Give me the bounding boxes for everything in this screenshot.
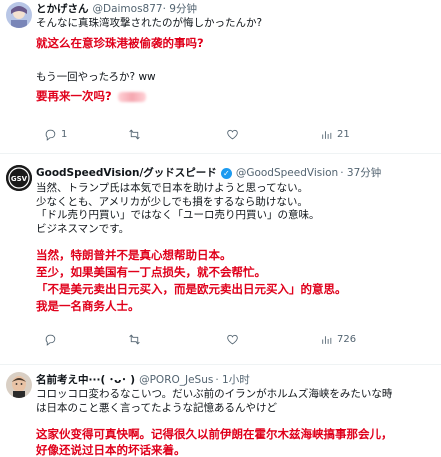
- views-icon: [322, 335, 332, 344]
- divider: [0, 364, 441, 365]
- timestamp[interactable]: · 9分钟: [163, 2, 197, 16]
- avatar[interactable]: [6, 2, 32, 28]
- timestamp[interactable]: · 1小时: [215, 373, 249, 387]
- like-icon: [227, 334, 238, 344]
- translation-cn-1: 就这么在意珍珠港被偷袭的事吗?: [36, 35, 204, 50]
- translation-cn-3: 「不是美元卖出日元买入，而是欧元卖出日元买入」的意思。: [36, 282, 347, 296]
- tweet-text-jp-1: 当然、トランプ氏は本気で日本を助けようと思ってない。: [36, 182, 309, 194]
- translation-cn-4: 我是一名商务人士。: [36, 299, 140, 313]
- translation-cn-2: 好像还说过日本的坏话来着。: [36, 443, 186, 457]
- tweet-3[interactable]: 名前考え中···( ･ᴗ･ ) @PORO_JeSus · 1小时 コロッコロ変…: [0, 370, 441, 457]
- view-count: 21: [337, 128, 350, 140]
- tweet-text-jp-2: は日本のこと悪く言ってたような記憶あるんやけど: [36, 401, 277, 414]
- user-handle[interactable]: @Daimos877: [93, 2, 163, 16]
- translation-cn-2: 要再来一次吗?: [36, 89, 112, 103]
- avatar[interactable]: [6, 372, 32, 398]
- translation-cn-1: 这家伙变得可真快啊。记得很久以前伊朗在霍尔木兹海峡搞事那会儿，: [36, 427, 393, 441]
- tweet-text-jp-3: 「ドル売り円買い」ではなく「ユーロ売り円買い」の意味。: [36, 209, 320, 221]
- retweet-button[interactable]: [128, 333, 145, 346]
- tweet-text-jp-1: そんなに真珠湾攻撃されたのが悔しかったんか?: [36, 17, 263, 29]
- user-handle[interactable]: @PORO_JeSus: [139, 373, 213, 387]
- reply-icon: [45, 334, 56, 346]
- tweet-2[interactable]: GSV GoodSpeedVision/グッドスピード ✓ @GoodSpeed…: [0, 160, 441, 360]
- avatar[interactable]: GSV: [6, 165, 32, 191]
- verified-badge-icon: ✓: [220, 167, 232, 179]
- reply-button[interactable]: 1: [44, 128, 67, 141]
- display-name[interactable]: とかげさん: [36, 2, 89, 16]
- reply-button[interactable]: [44, 333, 61, 346]
- display-name[interactable]: 名前考え中···( ･ᴗ･ ): [36, 373, 135, 387]
- reply-icon: [45, 129, 56, 141]
- divider: [0, 153, 441, 154]
- view-count: 726: [337, 333, 357, 345]
- views-button[interactable]: 21: [320, 128, 350, 141]
- like-icon: [227, 129, 238, 139]
- tweet-1[interactable]: とかげさん @Daimos877 · 9分钟 そんなに真珠湾攻撃されたのが悔しか…: [0, 0, 441, 150]
- timestamp[interactable]: · 37分钟: [340, 166, 381, 180]
- like-button[interactable]: [226, 128, 243, 141]
- retweet-button[interactable]: [128, 128, 145, 141]
- retweet-icon: [129, 129, 140, 139]
- blurred-emoji: [117, 91, 146, 102]
- retweet-icon: [129, 334, 140, 344]
- views-icon: [322, 130, 332, 139]
- translation-cn-1: 当然，特朗普并不是真心想帮助日本。: [36, 248, 232, 262]
- reply-count: 1: [61, 128, 68, 140]
- tweet-text-jp-4: ビジネスマンです。: [36, 222, 130, 235]
- views-button[interactable]: 726: [320, 333, 356, 346]
- like-button[interactable]: [226, 333, 243, 346]
- tweet-text-jp-2: 少なくとも、アメリカが少しでも損をするなら助けない。: [36, 195, 308, 208]
- tweet-text-jp-1: コロッコロ変わるなこいつ。だいぶ前のイランがホルムズ海峡をみたいな時: [36, 388, 393, 400]
- tweet-text-jp-2: もう一回やったろか? ww: [36, 70, 156, 83]
- user-handle[interactable]: @GoodSpeedVision: [236, 166, 338, 180]
- display-name[interactable]: GoodSpeedVision/グッドスピード: [36, 166, 217, 180]
- avatar-logo-text: GSV: [11, 175, 28, 183]
- translation-cn-2: 至少，如果美国有一丁点损失，就不会帮忙。: [36, 265, 266, 279]
